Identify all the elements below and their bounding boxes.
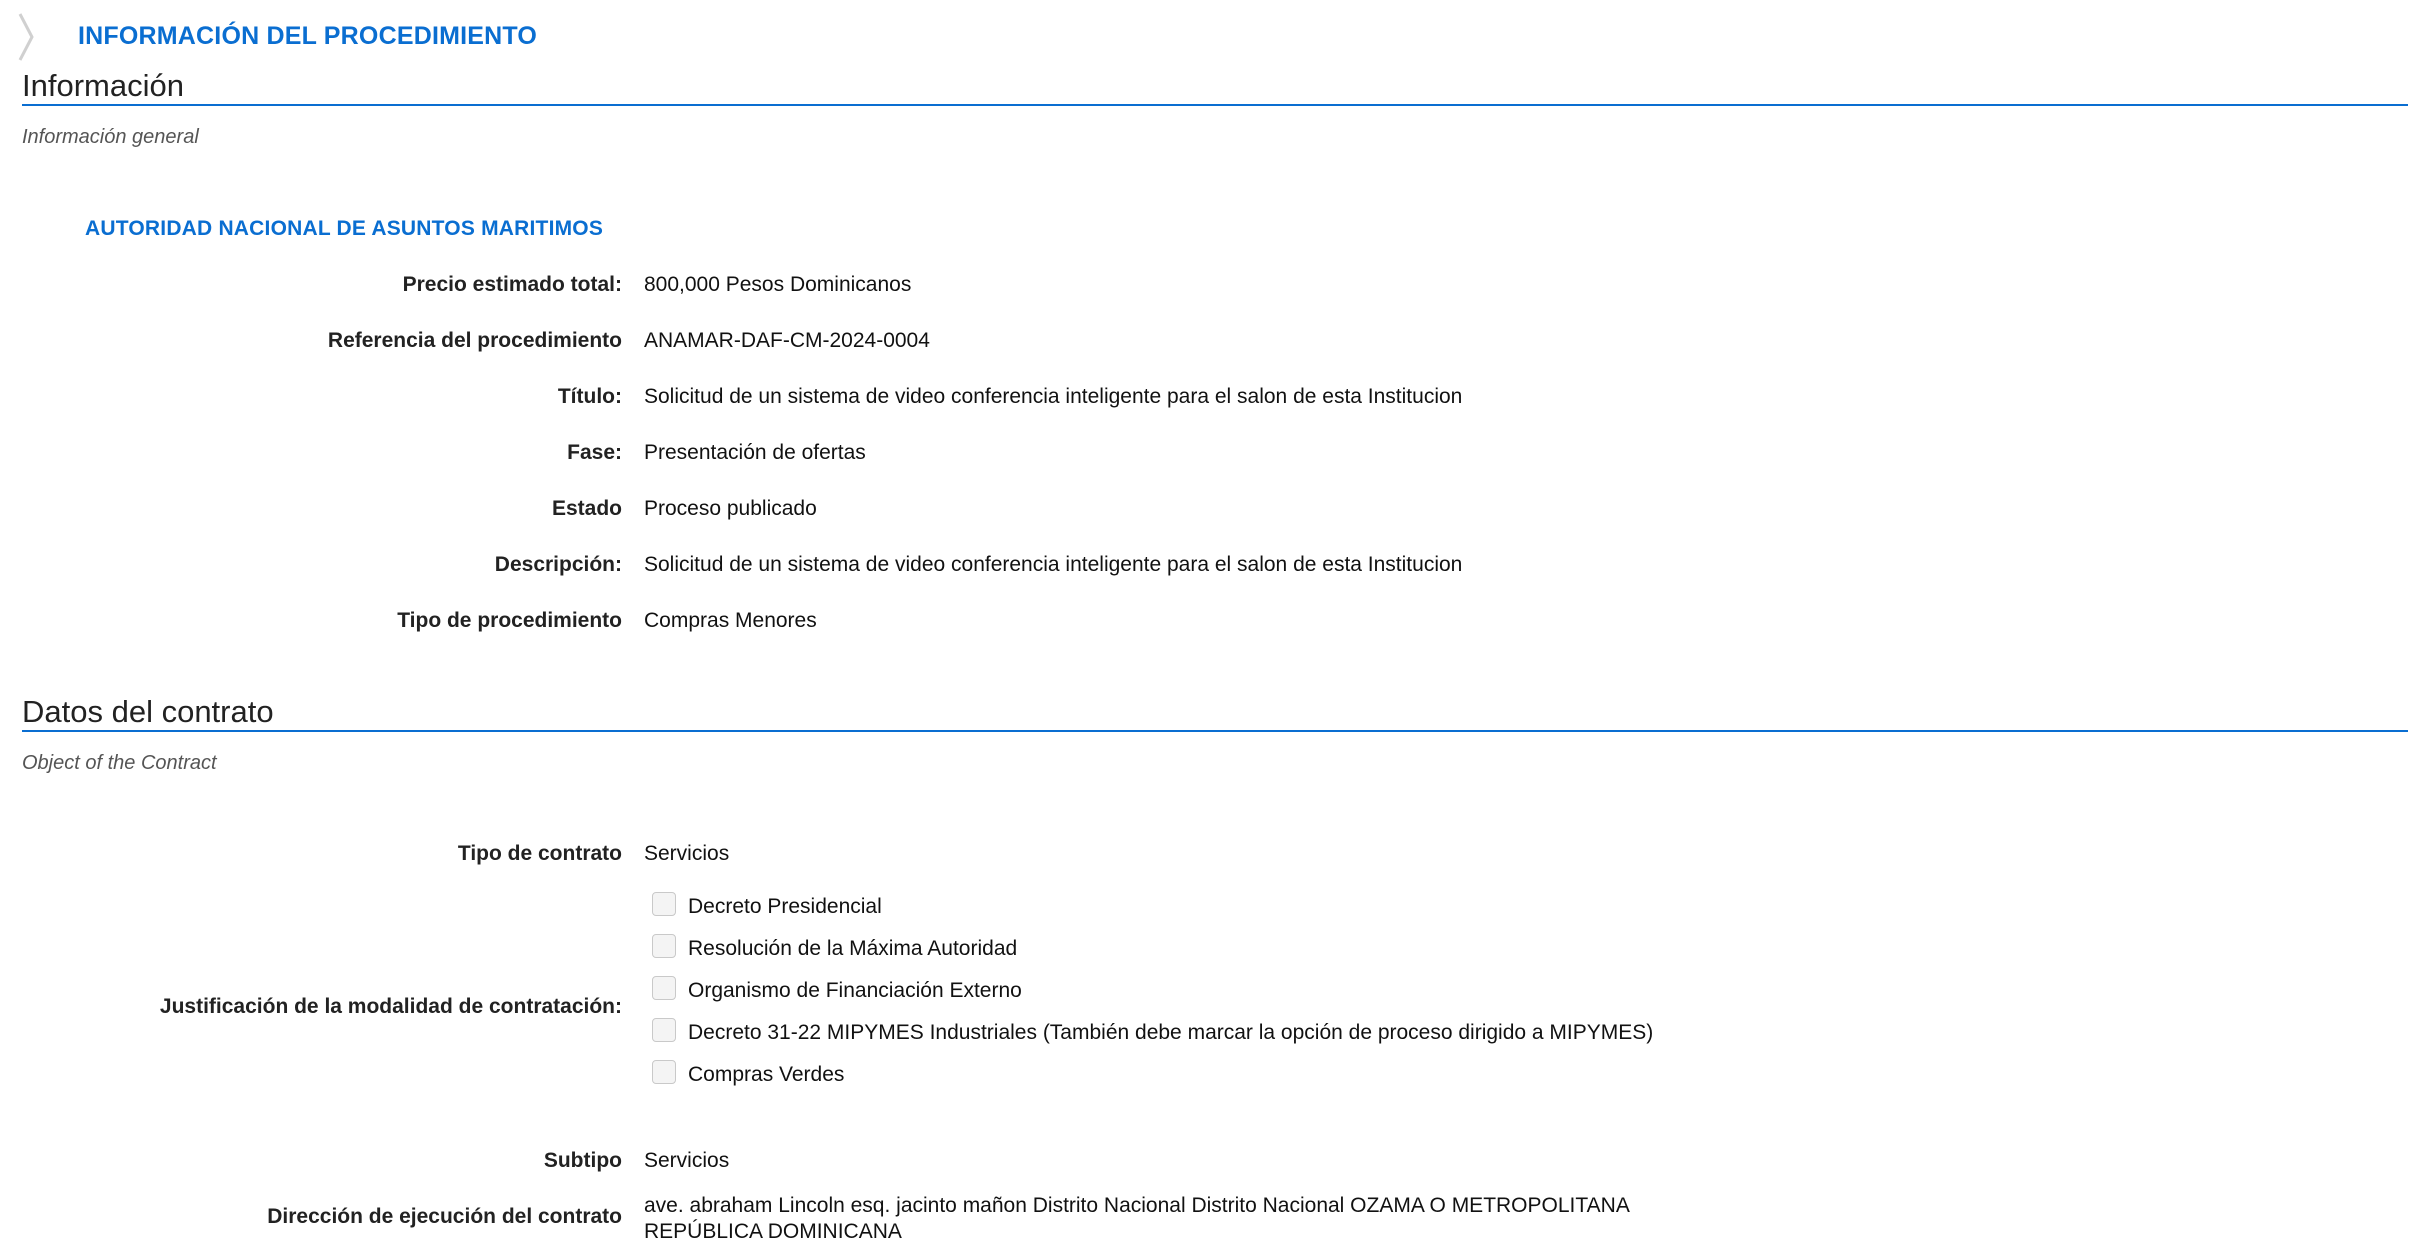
address-value: ave. abraham Lincoln esq. jacinto mañon …	[644, 1193, 1744, 1245]
field-value: Proceso publicado	[644, 497, 817, 520]
field-row-fase: Fase: Presentación de ofertas	[0, 441, 2428, 471]
checkbox-label: Decreto Presidencial	[688, 895, 882, 918]
checkbox-option-decreto-mipymes[interactable]: Decreto 31-22 MIPYMES Industriales (Tamb…	[644, 1016, 1704, 1050]
checkbox-label: Resolución de la Máxima Autoridad	[688, 937, 1018, 960]
field-row-titulo: Título: Solicitud de un sistema de video…	[0, 385, 2428, 415]
field-value: Solicitud de un sistema de video confere…	[644, 553, 1463, 576]
checkbox-label: Decreto 31-22 MIPYMES Industriales (Tamb…	[688, 1021, 1654, 1044]
field-value: Compras Menores	[644, 609, 817, 632]
field-value: Servicios	[644, 842, 730, 865]
field-label: Título:	[557, 385, 622, 408]
field-row-estado: Estado Proceso publicado	[0, 497, 2428, 527]
field-label: Subtipo	[543, 1149, 622, 1172]
checkbox-label: Organismo de Financiación Externo	[688, 979, 1022, 1002]
field-row-tipo-contrato: Tipo de contrato Servicios	[0, 842, 2428, 872]
checkbox-label: Compras Verdes	[688, 1063, 845, 1086]
page-header: INFORMACIÓN DEL PROCEDIMIENTO	[18, 12, 1218, 62]
field-label: Fase:	[567, 441, 622, 464]
field-value: Presentación de ofertas	[644, 441, 866, 464]
checkbox-option-decreto-presidencial[interactable]: Decreto Presidencial	[644, 890, 1704, 924]
page-title: INFORMACIÓN DEL PROCEDIMIENTO	[78, 22, 538, 50]
field-row-subtipo: Subtipo Servicios	[0, 1149, 2428, 1179]
field-value: 800,000 Pesos Dominicanos	[644, 273, 912, 296]
organization-name: AUTORIDAD NACIONAL DE ASUNTOS MARITIMOS	[85, 217, 604, 240]
field-row-tipo-procedimiento: Tipo de procedimiento Compras Menores	[0, 609, 2428, 639]
field-value: Solicitud de un sistema de video confere…	[644, 385, 1463, 408]
page: INFORMACIÓN DEL PROCEDIMIENTO Informació…	[0, 0, 2428, 1260]
field-label: Referencia del procedimiento	[327, 329, 622, 352]
justification-checkbox-list: Decreto Presidencial Resolución de la Má…	[644, 890, 1704, 1100]
field-row-referencia: Referencia del procedimiento ANAMAR-DAF-…	[0, 329, 2428, 359]
field-label: Tipo de procedimiento	[397, 609, 622, 632]
field-label: Tipo de contrato	[457, 842, 622, 865]
field-label: Precio estimado total:	[402, 273, 622, 296]
checkbox[interactable]	[652, 892, 676, 916]
field-label: Dirección de ejecución del contrato	[267, 1205, 622, 1228]
checkbox-option-compras-verdes[interactable]: Compras Verdes	[644, 1058, 1704, 1092]
field-row-descripcion: Descripción: Solicitud de un sistema de …	[0, 553, 2428, 583]
address-line-1: ave. abraham Lincoln esq. jacinto mañon …	[644, 1194, 1630, 1217]
section-subheading-informacion: Información general	[22, 126, 199, 148]
checkbox-option-resolucion-maxima-autoridad[interactable]: Resolución de la Máxima Autoridad	[644, 932, 1704, 966]
checkbox[interactable]	[652, 1018, 676, 1042]
field-value: Servicios	[644, 1149, 730, 1172]
checkbox[interactable]	[652, 1060, 676, 1084]
address-line-2: REPÚBLICA DOMINICANA	[644, 1220, 902, 1243]
justification-label: Justificación de la modalidad de contrat…	[159, 995, 622, 1018]
chevron-right-icon[interactable]	[18, 12, 36, 62]
section-heading-informacion: Información	[22, 68, 2408, 106]
field-row-precio: Precio estimado total: 800,000 Pesos Dom…	[0, 273, 2428, 303]
field-label: Descripción:	[494, 553, 622, 576]
checkbox[interactable]	[652, 976, 676, 1000]
section-heading-datos-contrato: Datos del contrato	[22, 694, 2408, 732]
section-subheading-datos-contrato: Object of the Contract	[22, 752, 217, 774]
checkbox-option-financiacion-externo[interactable]: Organismo de Financiación Externo	[644, 974, 1704, 1008]
checkbox[interactable]	[652, 934, 676, 958]
field-value: ANAMAR-DAF-CM-2024-0004	[644, 329, 930, 352]
field-label: Estado	[551, 497, 622, 520]
